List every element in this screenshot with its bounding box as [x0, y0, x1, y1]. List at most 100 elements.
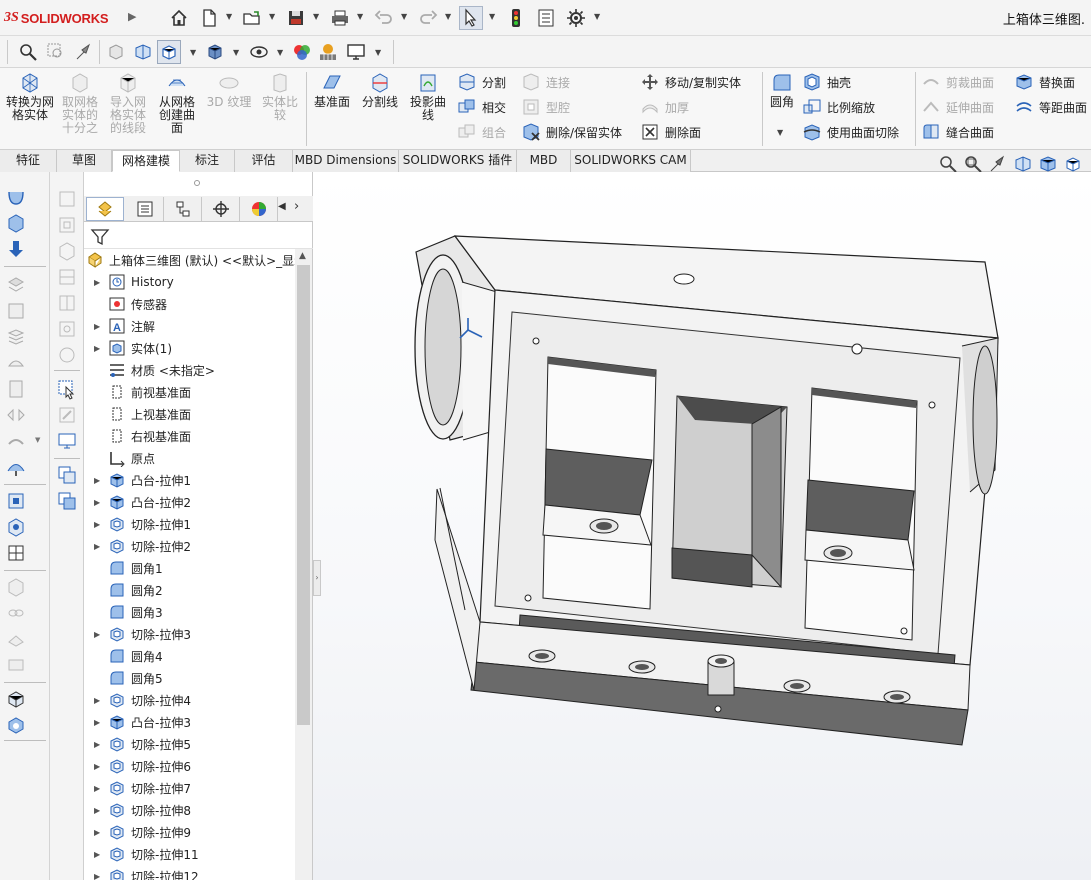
redo-icon[interactable] — [416, 6, 440, 30]
tree-item[interactable]: ▶ 切除-拉伸6 — [84, 755, 191, 777]
monitor-icon[interactable] — [56, 430, 78, 452]
undo-icon[interactable] — [372, 6, 396, 30]
feature-tree-scrollbar[interactable]: ▲ — [295, 249, 312, 880]
rectangle-icon[interactable] — [5, 300, 27, 322]
insert-icon[interactable] — [5, 238, 27, 260]
zoom-to-fit-icon[interactable] — [16, 40, 40, 64]
import-mesh-segments-button[interactable]: 导入网格实体的线段 — [106, 72, 150, 135]
extend-surface-button[interactable]: 延伸曲面 — [921, 96, 994, 118]
tree-item[interactable]: 圆角2 — [84, 579, 163, 601]
sheet-icon[interactable] — [5, 628, 27, 650]
weld-icon[interactable] — [5, 654, 27, 676]
options-gear-icon[interactable] — [564, 6, 588, 30]
tab-features[interactable]: 特征 — [0, 150, 57, 172]
scrollbar-thumb[interactable] — [297, 265, 310, 725]
expand-arrow-icon[interactable]: ▶ — [94, 762, 104, 771]
cut-with-surface-button[interactable]: 使用曲面切除 — [802, 121, 899, 143]
fillet-dropdown-icon[interactable]: ▼ — [777, 128, 783, 137]
dynamic-annotation-icon[interactable] — [131, 40, 155, 64]
dynamic-annotation-icon[interactable] — [1038, 154, 1058, 174]
tree-item[interactable]: ▶ 实体(1) — [84, 337, 172, 359]
surface-icon[interactable] — [5, 352, 27, 374]
tool-icon[interactable] — [56, 404, 78, 426]
solidworks-logo[interactable]: 3S SOLIDWORKS — [4, 7, 109, 29]
expand-arrow-icon[interactable]: ▶ — [94, 872, 104, 880]
tabs-scroll-left-icon[interactable]: ◀ — [278, 201, 286, 212]
tree-item[interactable]: 原点 — [84, 447, 155, 469]
view-orientation-icon[interactable] — [157, 40, 181, 64]
tabs-scroll-right-icon[interactable]: › — [294, 199, 299, 214]
cube-icon[interactable] — [56, 214, 78, 236]
tree-item[interactable]: ▶ 凸台-拉伸1 — [84, 469, 191, 491]
tree-item[interactable]: ▶ 切除-拉伸11 — [84, 843, 199, 865]
boss-icon[interactable] — [5, 688, 27, 710]
combine-button[interactable]: 组合 — [457, 121, 506, 143]
projected-curve-button[interactable]: 投影曲线 — [406, 72, 450, 122]
cube-icon[interactable] — [56, 292, 78, 314]
appearance-icon[interactable] — [5, 714, 27, 736]
tree-item[interactable]: ▶ History — [84, 271, 174, 293]
tab-mbd[interactable]: MBD — [517, 150, 571, 172]
create-from-mesh-button[interactable]: 从网格创建曲面 — [154, 72, 200, 135]
tree-item[interactable]: ▶ 切除-拉伸4 — [84, 689, 191, 711]
edit-appearance-icon[interactable] — [290, 40, 314, 64]
cube-icon[interactable] — [56, 266, 78, 288]
section-view-icon[interactable] — [104, 40, 128, 64]
stack-icon[interactable] — [5, 326, 27, 348]
solid-compare-button[interactable]: 实体比较 — [258, 72, 302, 122]
expand-arrow-icon[interactable]: ▶ — [94, 784, 104, 793]
property-manager-tab-icon[interactable] — [126, 197, 164, 221]
body-icon[interactable] — [5, 576, 27, 598]
fillet-button[interactable]: 圆角 — [765, 72, 799, 109]
zoom-to-area-icon[interactable] — [963, 154, 983, 174]
expand-arrow-icon[interactable]: ▶ — [94, 828, 104, 837]
save-dropdown-icon[interactable]: ▼ — [313, 12, 319, 21]
expand-arrow-icon[interactable]: ▶ — [94, 322, 104, 331]
draft-icon[interactable] — [5, 456, 27, 478]
view-orientation-icon[interactable] — [1063, 154, 1083, 174]
expand-arrow-icon[interactable]: ▶ — [94, 344, 104, 353]
mirror-icon[interactable] — [5, 404, 27, 426]
expand-arrow-icon[interactable]: ▶ — [94, 542, 104, 551]
print-icon[interactable] — [328, 6, 352, 30]
undo-dropdown-icon[interactable]: ▼ — [401, 12, 407, 21]
tab-mesh-modeling[interactable]: 网格建模 — [112, 150, 180, 172]
expand-arrow-icon[interactable]: ▶ — [94, 850, 104, 859]
wrap-icon[interactable] — [5, 430, 27, 452]
view-settings-dropdown-icon[interactable]: ▼ — [375, 48, 381, 57]
thicken-button[interactable]: 加厚 — [640, 96, 689, 118]
select-dropdown-icon[interactable]: ▼ — [489, 12, 495, 21]
panel-collapse-handle[interactable]: › — [313, 560, 321, 596]
expand-arrow-icon[interactable]: ▶ — [94, 476, 104, 485]
move-copy-body-button[interactable]: 移动/复制实体 — [640, 71, 741, 93]
cube-icon[interactable] — [56, 188, 78, 210]
graphics-area[interactable] — [313, 172, 1091, 880]
display-manager-tab-icon[interactable] — [240, 197, 278, 221]
traffic-light-icon[interactable] — [504, 6, 528, 30]
tree-item[interactable]: ▶ 切除-拉伸2 — [84, 535, 191, 557]
logo-menu-arrow-icon[interactable]: ▶ — [128, 10, 136, 23]
cavity-button[interactable]: 型腔 — [521, 96, 570, 118]
shell-button[interactable]: 抽壳 — [802, 71, 851, 93]
tree-item[interactable]: 圆角5 — [84, 667, 163, 689]
tab-solidworks-cam[interactable]: SOLIDWORKS CAM — [571, 150, 691, 172]
mate-icon[interactable] — [5, 490, 27, 512]
intersect-button[interactable]: 相交 — [457, 96, 506, 118]
tree-item[interactable]: 右视基准面 — [84, 425, 191, 447]
tree-item[interactable]: ▶ 切除-拉伸5 — [84, 733, 191, 755]
tree-item[interactable]: ▶ 切除-拉伸9 — [84, 821, 191, 843]
delete-keep-body-button[interactable]: 删除/保留实体 — [521, 121, 622, 143]
split-line-button[interactable]: 分割线 — [358, 72, 402, 109]
cube-icon[interactable] — [56, 318, 78, 340]
tree-item[interactable]: ▶ 凸台-拉伸3 — [84, 711, 191, 733]
tree-item[interactable]: ▶ 切除-拉伸3 — [84, 623, 191, 645]
home-icon[interactable] — [167, 6, 191, 30]
tab-mbd-dimensions[interactable]: MBD Dimensions — [293, 150, 399, 172]
expand-arrow-icon[interactable]: ▶ — [94, 740, 104, 749]
new-dropdown-icon[interactable]: ▼ — [226, 12, 232, 21]
file-properties-icon[interactable] — [534, 6, 558, 30]
filter-icon[interactable] — [90, 227, 110, 247]
view-settings-icon[interactable] — [344, 40, 368, 64]
new-document-icon[interactable] — [197, 6, 221, 30]
texture-3d-button[interactable]: 3D 纹理 — [204, 72, 254, 109]
